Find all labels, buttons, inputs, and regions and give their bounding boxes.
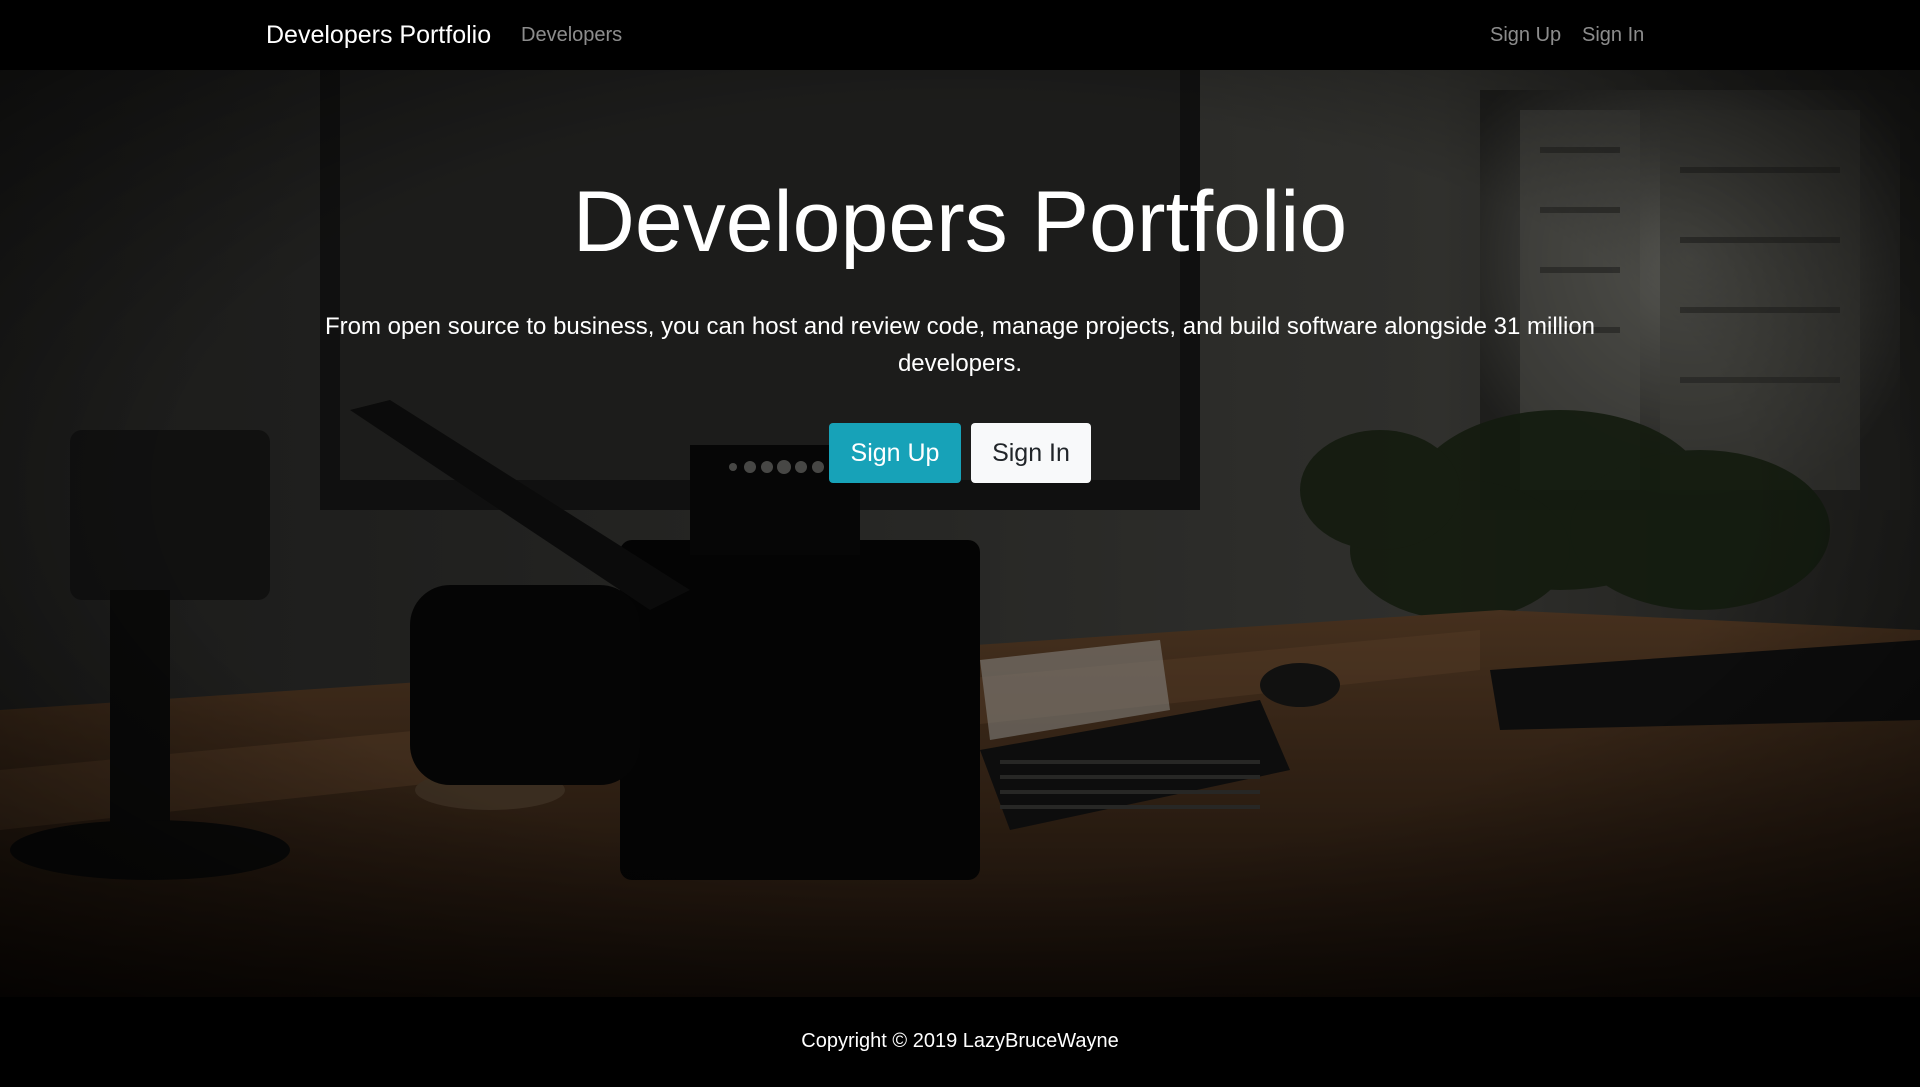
hero-title: Developers Portfolio xyxy=(572,174,1348,270)
hero-lead-text: From open source to business, you can ho… xyxy=(324,313,1596,377)
nav-link-developers[interactable]: Developers xyxy=(521,22,622,48)
sign-up-button[interactable]: Sign Up xyxy=(829,423,961,483)
sign-in-button[interactable]: Sign In xyxy=(971,423,1091,483)
nav-link-sign-up[interactable]: Sign Up xyxy=(1490,22,1561,48)
footer: Copyright © 2019 LazyBruceWayne xyxy=(0,997,1920,1087)
nav-link-sign-in[interactable]: Sign In xyxy=(1582,22,1644,48)
hero-section: Developers Portfolio From open source to… xyxy=(0,70,1920,997)
navbar-brand-link[interactable]: Developers Portfolio xyxy=(266,19,491,51)
footer-copyright: Copyright © 2019 LazyBruceWayne xyxy=(801,1030,1119,1052)
navbar: Developers Portfolio Developers Sign Up … xyxy=(0,0,1920,70)
